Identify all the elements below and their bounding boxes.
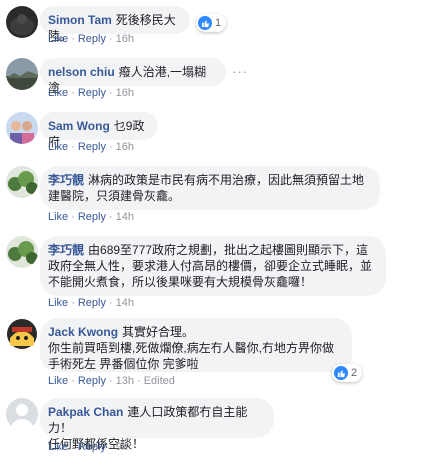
comment-actions: Like · Reply · 14h xyxy=(48,297,135,309)
comment-actions: Like · Reply · 16h xyxy=(48,87,135,99)
timestamp[interactable]: 14h xyxy=(116,211,134,223)
like-link[interactable]: Like xyxy=(48,33,68,45)
reply-link[interactable]: Reply xyxy=(78,33,106,45)
comment-bubble: 李巧靚 淋病的政策是市民有病不用治療，因此無須預留土地建醫院，只須建骨灰龕。 xyxy=(40,166,380,210)
comment-actions: Like · Reply · 14h xyxy=(48,211,135,223)
avatar[interactable] xyxy=(6,6,38,38)
comment-author[interactable]: Pakpak Chan xyxy=(48,405,123,419)
comment-author[interactable]: 李巧靚 xyxy=(48,173,84,187)
comment-actions: Like · Reply · 16h xyxy=(48,33,135,45)
comment-bubble: Sam Wong 乜9政府 xyxy=(40,112,158,149)
comment-text: 淋病的政策是市民有病不用治療，因此無須預留土地建醫院，只須建骨灰龕。 xyxy=(48,173,365,203)
comment-text: 由689至777政府之規劃，批出之起樓圖則顯示下，這政府全無人性，要求港人付高昂… xyxy=(48,243,373,289)
avatar[interactable] xyxy=(6,112,38,144)
comment-actions: Like · Reply · 9h xyxy=(48,441,128,453)
edited-label[interactable]: Edited xyxy=(144,375,175,387)
comment-author[interactable]: 李巧靚 xyxy=(48,243,84,257)
comment-author[interactable]: Sam Wong xyxy=(48,119,110,133)
comment-author[interactable]: nelson chiu xyxy=(48,65,115,79)
comment-author[interactable]: Simon Tam xyxy=(48,13,112,27)
avatar[interactable] xyxy=(6,318,38,350)
comment-bubble: Pakpak Chan 連人口政策都冇自主能力！ 任何野都係空談！ xyxy=(40,398,274,451)
timestamp[interactable]: 13h xyxy=(116,375,134,387)
reply-link[interactable]: Reply xyxy=(78,87,106,99)
avatar[interactable] xyxy=(6,58,38,90)
like-link[interactable]: Like xyxy=(48,211,68,223)
like-link[interactable]: Like xyxy=(48,375,68,387)
like-link[interactable]: Like xyxy=(48,87,68,99)
thumbs-up-icon xyxy=(198,16,212,30)
reply-link[interactable]: Reply xyxy=(78,211,106,223)
comment-actions: Like · Reply · 13h · Edited xyxy=(48,375,175,387)
comment-bubble: nelson chiu 癈人治港,一塌糊塗 xyxy=(40,58,226,95)
avatar[interactable] xyxy=(6,166,38,198)
thumbs-up-icon xyxy=(334,366,348,380)
reply-link[interactable]: Reply xyxy=(78,297,106,309)
reaction-number: 2 xyxy=(351,367,358,379)
comment-bubble: Simon Tam 死後移民大陸。 xyxy=(40,6,190,43)
timestamp[interactable]: 16h xyxy=(116,87,134,99)
reaction-number: 1 xyxy=(215,17,222,29)
comment-author[interactable]: Jack Kwong xyxy=(48,325,118,339)
reply-link[interactable]: Reply xyxy=(78,441,106,453)
reaction-count[interactable]: 1 xyxy=(196,14,227,32)
timestamp[interactable]: 16h xyxy=(116,141,134,153)
more-options-icon[interactable]: ··· xyxy=(232,64,248,79)
like-link[interactable]: Like xyxy=(48,297,68,309)
comment-actions: Like · Reply · 16h xyxy=(48,141,135,153)
reaction-count[interactable]: 2 xyxy=(332,364,363,382)
comment-bubble: Jack Kwong 其實好合理。 你生前買唔到樓,死做爛僚,病左冇人醫你,冇地方… xyxy=(40,318,352,372)
like-link[interactable]: Like xyxy=(48,141,68,153)
comment-bubble: 李巧靚 由689至777政府之規劃，批出之起樓圖則顯示下，這政府全無人性，要求港人… xyxy=(40,236,386,296)
avatar[interactable] xyxy=(6,236,38,268)
avatar[interactable] xyxy=(6,398,38,430)
reply-link[interactable]: Reply xyxy=(78,375,106,387)
like-link[interactable]: Like xyxy=(48,441,68,453)
comment-thread: Simon Tam 死後移民大陸。 1 Like · Reply · 16h nelson… xyxy=(0,0,432,466)
reply-link[interactable]: Reply xyxy=(78,141,106,153)
timestamp[interactable]: 14h xyxy=(116,297,134,309)
timestamp[interactable]: 16h xyxy=(116,33,134,45)
timestamp[interactable]: 9h xyxy=(116,441,128,453)
